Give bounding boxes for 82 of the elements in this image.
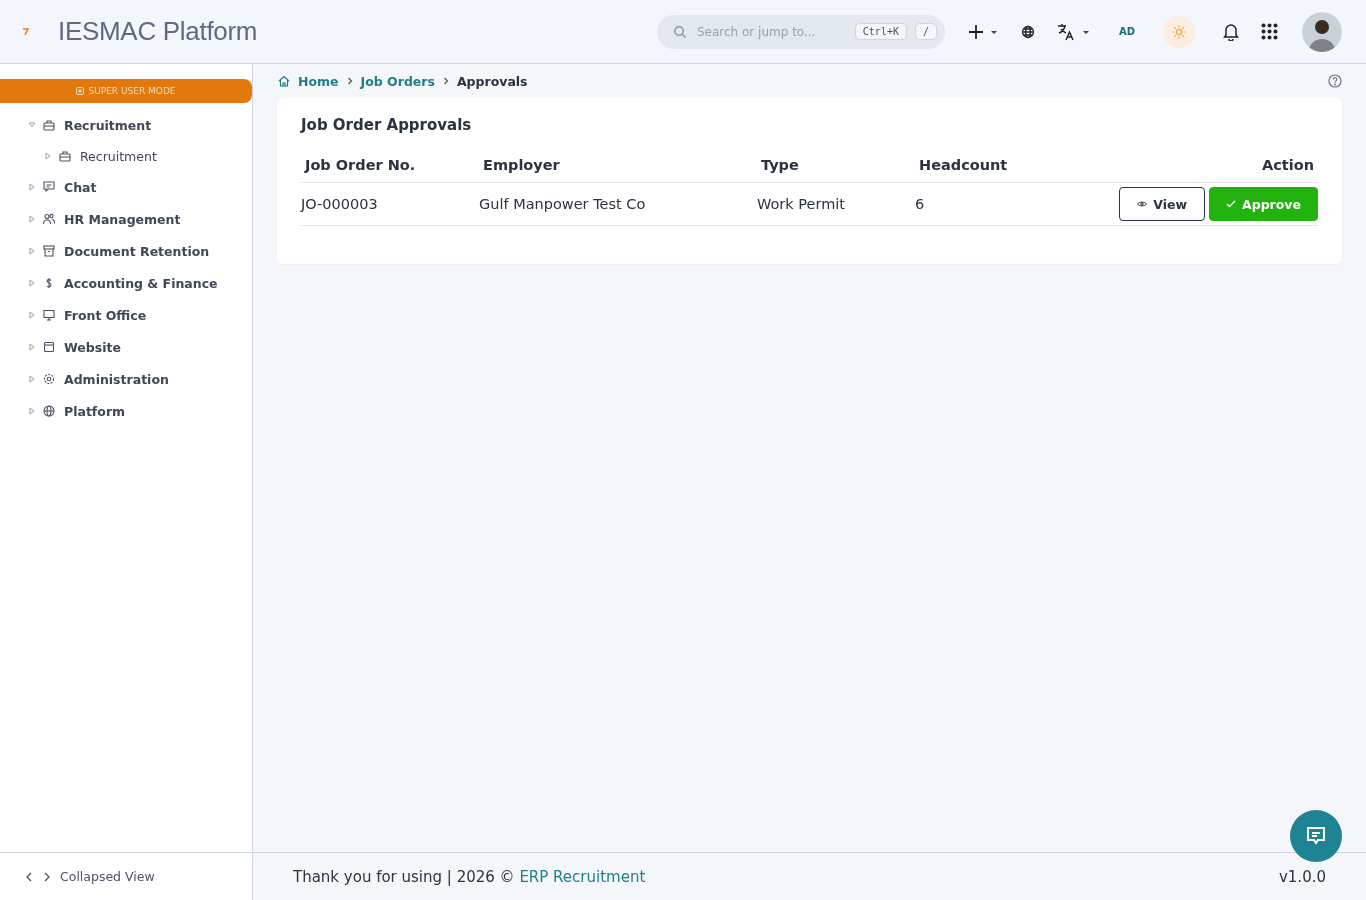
caret-icon	[28, 311, 36, 319]
caret-icon	[28, 215, 36, 223]
nav-item[interactable]: Platform	[0, 395, 252, 427]
home-icon	[278, 75, 290, 87]
banner-label: SUPER USER MODE	[88, 86, 176, 96]
check-icon	[1226, 200, 1237, 208]
chat-icon	[1305, 825, 1327, 847]
gear-icon	[43, 373, 55, 385]
nav-label: Document Retention	[64, 243, 210, 259]
archive-icon	[43, 245, 55, 257]
breadcrumb-link[interactable]: Approvals	[456, 73, 528, 89]
globe-icon[interactable]	[1020, 24, 1035, 39]
column-header: Headcount	[915, 148, 1047, 183]
table-cell: 6	[915, 182, 1047, 226]
chevron-icon	[346, 77, 353, 85]
nav-item[interactable]: Administration	[0, 363, 252, 395]
nav-label: Platform	[64, 403, 126, 419]
bell-icon[interactable]	[1223, 22, 1239, 41]
table-cell: JO-000003	[301, 182, 479, 226]
nav-label: Accounting & Finance	[64, 275, 218, 291]
breadcrumb-link[interactable]: Job Orders	[360, 73, 435, 89]
breadcrumb-link[interactable]: Home	[298, 73, 339, 89]
nav-item[interactable]: Website	[0, 331, 252, 363]
nav-label: HR Management	[64, 211, 181, 227]
view-button[interactable]: View	[1119, 187, 1206, 221]
briefcase-icon	[59, 150, 71, 162]
nav-item[interactable]: Recruitment	[0, 141, 252, 171]
nav-label: Front Office	[64, 307, 147, 323]
footer-text: Thank you for using | 2026 © ERP Recruitment	[293, 867, 646, 886]
shortcut-key: Ctrl+K	[854, 23, 907, 40]
nav-item[interactable]: Document Retention	[0, 235, 252, 267]
eye-icon	[1137, 200, 1148, 208]
shield-icon	[76, 87, 85, 95]
column-header: Type	[757, 148, 915, 183]
version-label: v1.0.0	[1278, 867, 1326, 886]
translate-icon[interactable]	[1056, 22, 1091, 41]
nav-item[interactable]: Front Office	[0, 299, 252, 331]
avatar[interactable]	[1302, 11, 1342, 52]
table-cell: Gulf Manpower Test Co	[479, 182, 757, 226]
window-icon	[43, 341, 55, 353]
briefcase-icon	[43, 119, 55, 131]
nav-label: Administration	[64, 371, 169, 387]
app-title: IESMAC Platform	[58, 16, 258, 47]
chevron-icon	[442, 77, 449, 85]
help-icon[interactable]	[1328, 74, 1342, 88]
add-button[interactable]	[968, 23, 999, 40]
caret-icon	[28, 183, 36, 191]
caret-icon	[28, 247, 36, 255]
caret-icon	[28, 343, 36, 351]
nav-label: Chat	[64, 179, 97, 195]
table-cell: Work Permit	[757, 182, 915, 226]
column-header: Employer	[479, 148, 757, 183]
caret-icon	[28, 121, 36, 129]
people-icon	[43, 213, 55, 225]
search-icon	[672, 24, 687, 39]
column-header: Job Order No.	[301, 148, 479, 183]
column-header: Action	[1046, 148, 1318, 183]
chat-button[interactable]	[1290, 810, 1342, 862]
chevrons-icon	[26, 871, 50, 882]
footer-link[interactable]: ERP Recruitment	[519, 867, 646, 886]
nav-label: Website	[64, 339, 121, 355]
collapse-toggle[interactable]: Collapsed View	[26, 869, 155, 884]
caret-icon	[28, 279, 36, 287]
caret-icon	[28, 375, 36, 383]
card-title: Job Order Approvals	[301, 116, 473, 134]
monitor-icon	[43, 309, 55, 321]
shortcut-key: /	[914, 23, 937, 40]
sun-icon	[1172, 24, 1186, 39]
chat-icon	[43, 181, 55, 193]
user-initials[interactable]: AD	[1118, 26, 1135, 37]
nav-label: Recruitment	[80, 148, 157, 164]
nav-item[interactable]: Recruitment	[0, 109, 252, 141]
logo-icon	[22, 27, 32, 36]
search-field[interactable]: Search or jump to...	[694, 23, 847, 40]
nav-item[interactable]: Chat	[0, 171, 252, 203]
apps-icon[interactable]	[1261, 23, 1278, 40]
nav-item[interactable]: HR Management	[0, 203, 252, 235]
caret-icon	[44, 152, 52, 160]
globe-icon	[43, 405, 55, 417]
nav-item[interactable]: Accounting & Finance	[0, 267, 252, 299]
caret-icon	[28, 407, 36, 415]
nav-label: Recruitment	[64, 117, 152, 133]
